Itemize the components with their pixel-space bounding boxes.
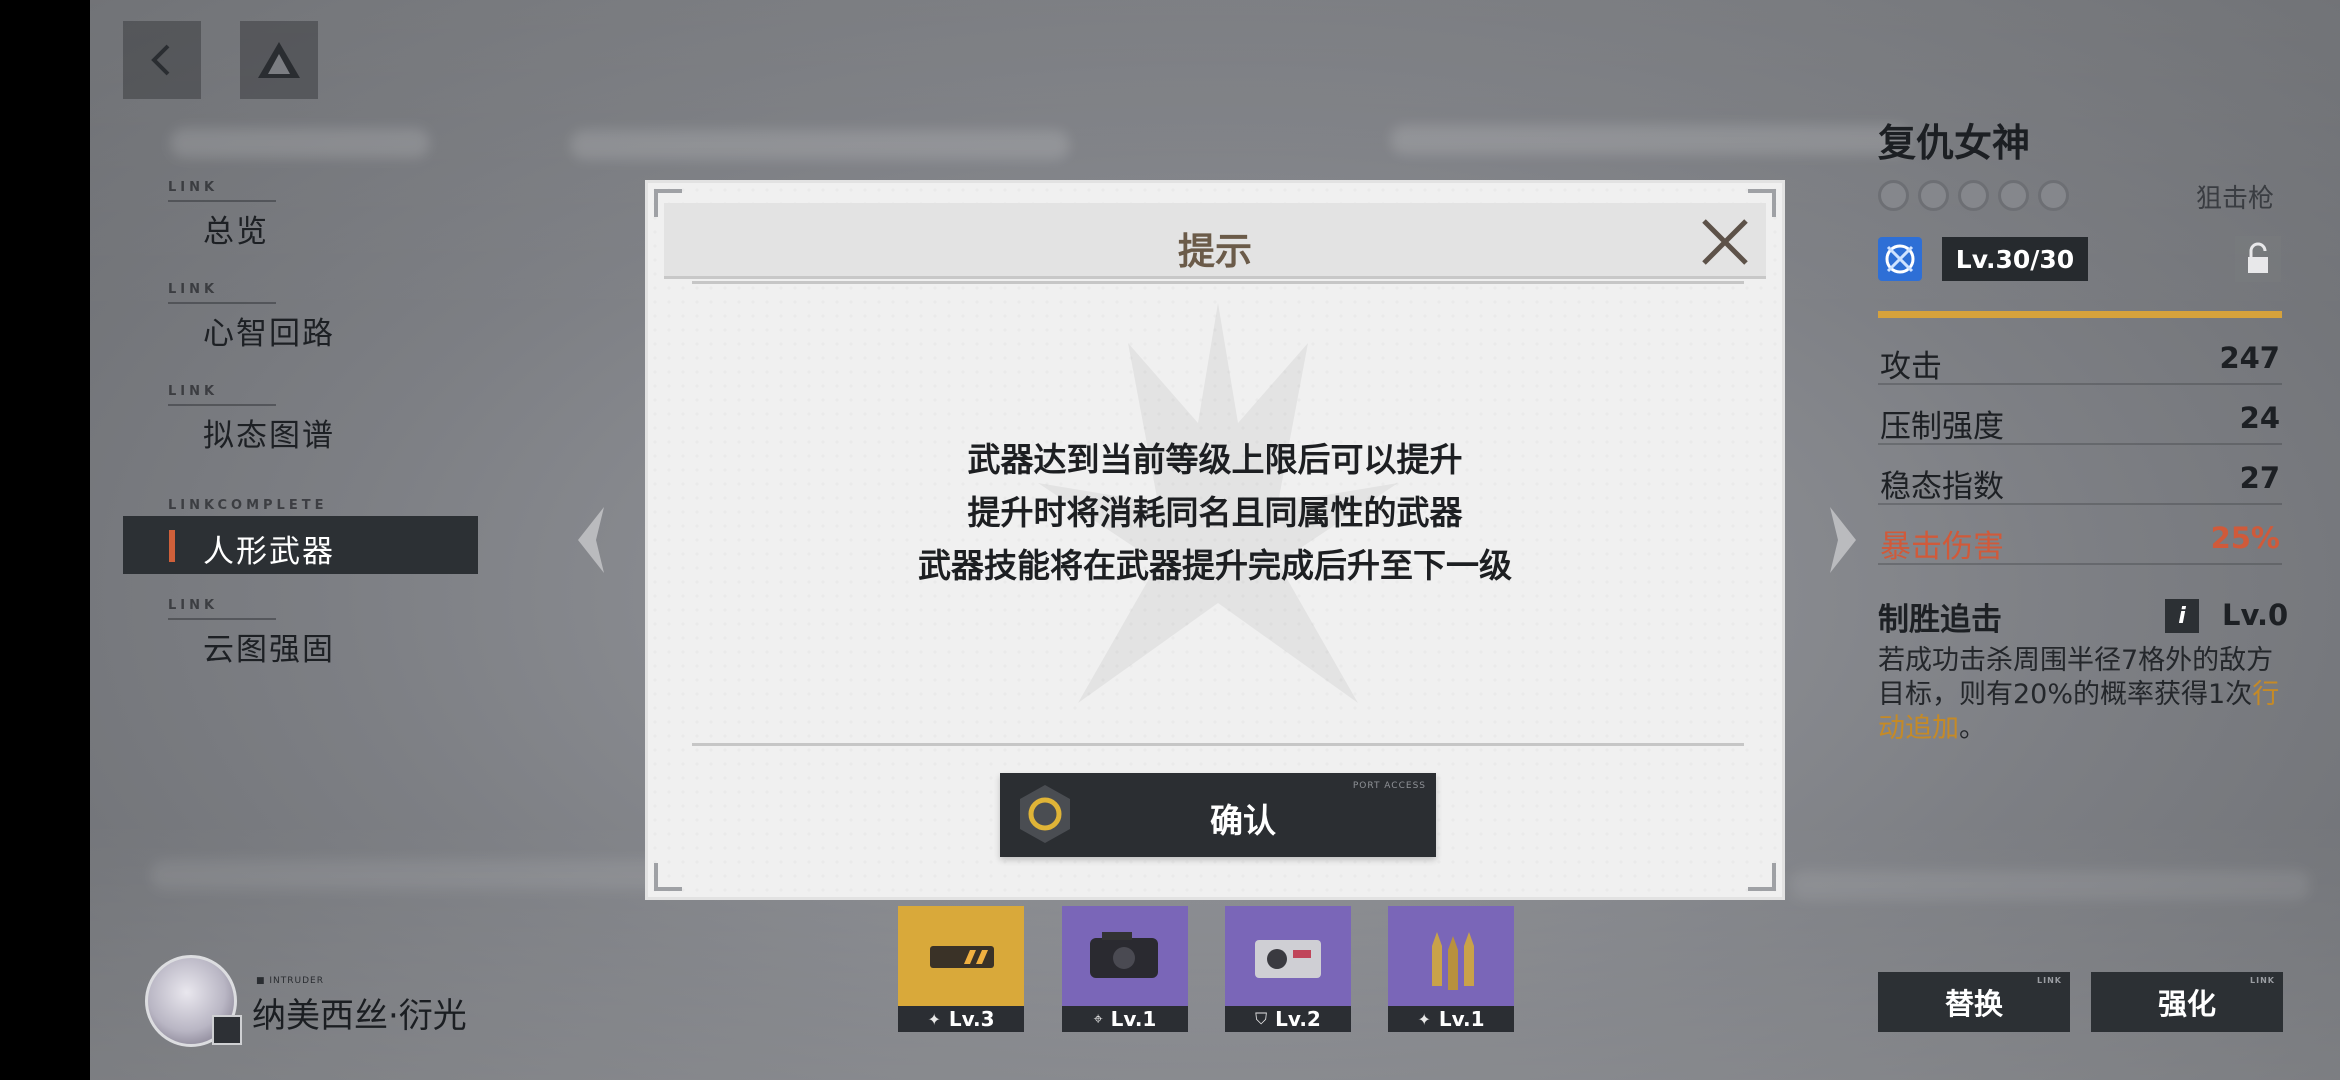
menu-tag: LINK bbox=[168, 180, 219, 195]
message-line: 武器技能将在武器提升完成后升至下一级 bbox=[918, 546, 1512, 585]
skill-description: 若成功击杀周围半径7格外的敌方目标，则有20%的概率获得1次行动追加。 bbox=[1878, 644, 2282, 746]
button-label: 强化 bbox=[2157, 987, 2216, 1021]
info-icon[interactable]: i bbox=[2165, 599, 2199, 633]
menu-label: 心智回路 bbox=[203, 316, 335, 352]
star-icon bbox=[1958, 180, 1989, 211]
wings-icon: ✦ bbox=[1417, 1009, 1431, 1029]
tip-dialog: 提示 武器达到当前等级上限后可以提升 提升时将消耗同名且同属性的武器 武器技能将… bbox=[645, 180, 1785, 900]
button-tag: LINK bbox=[2250, 976, 2275, 985]
weapon-level: Lv.30/30 bbox=[1942, 237, 2088, 281]
skill-name: 制胜追击 bbox=[1878, 602, 2002, 638]
next-arrow-icon[interactable] bbox=[1826, 505, 1860, 575]
lock-button[interactable] bbox=[2235, 236, 2281, 282]
stat-row-attack: 攻击 247 bbox=[1878, 325, 2282, 385]
attachment-slot-2[interactable]: ⌖ Lv.1 bbox=[1062, 906, 1188, 1032]
crosshair-icon: ⌖ bbox=[1093, 1009, 1103, 1028]
attachment-slot-1[interactable]: ✦ Lv.3 bbox=[898, 906, 1024, 1032]
close-icon[interactable] bbox=[1698, 215, 1752, 269]
stat-label: 压制强度 bbox=[1880, 409, 2004, 445]
star-rating bbox=[1878, 180, 2069, 211]
stat-value: 25% bbox=[2210, 521, 2280, 555]
menu-label: 总览 bbox=[203, 214, 269, 250]
stat-row-stability: 稳态指数 27 bbox=[1878, 445, 2282, 505]
button-tag: LINK bbox=[2037, 976, 2062, 985]
confirm-button[interactable]: PORT ACCESS 确认 bbox=[1000, 773, 1436, 857]
element-icon bbox=[1878, 237, 1922, 281]
home-icon bbox=[258, 42, 300, 78]
prev-arrow-icon[interactable] bbox=[574, 505, 608, 575]
menu-item-weapon[interactable]: LINKCOMPLETE 人形武器 bbox=[123, 498, 478, 574]
attachment-slot-4[interactable]: ✦ Lv.1 bbox=[1388, 906, 1514, 1032]
stat-label: 暴击伤害 bbox=[1880, 529, 2004, 565]
confirm-label: 确认 bbox=[1210, 801, 1276, 840]
menu-tag: LINK bbox=[168, 598, 219, 613]
character-name: 纳美西丝·衍光 bbox=[252, 996, 467, 1036]
attachment-level: Lv.2 bbox=[1275, 1007, 1321, 1031]
star-icon bbox=[2038, 180, 2069, 211]
attachment-level: Lv.3 bbox=[948, 1007, 995, 1031]
character-subtitle: ■ INTRUDER bbox=[256, 976, 324, 986]
menu-tag: LINK bbox=[168, 384, 219, 399]
back-button[interactable] bbox=[123, 21, 201, 99]
skill-level: Lv.0 bbox=[2222, 598, 2289, 632]
menu-label: 拟态图谱 bbox=[203, 418, 335, 454]
menu-item-cloud-fortify[interactable]: LINK 云图强固 bbox=[123, 598, 478, 668]
menu-item-overview[interactable]: LINK 总览 bbox=[123, 180, 478, 250]
lock-icon bbox=[2248, 242, 2268, 273]
confirm-tag: PORT ACCESS bbox=[1352, 781, 1426, 791]
stat-row-suppress: 压制强度 24 bbox=[1878, 385, 2282, 445]
star-icon bbox=[1918, 180, 1949, 211]
weapon-type: 狙击枪 bbox=[2196, 184, 2275, 214]
menu-label: 云图强固 bbox=[203, 632, 335, 668]
menu-item-mimic-atlas[interactable]: LINK 拟态图谱 bbox=[123, 384, 478, 454]
back-icon bbox=[151, 44, 170, 76]
dialog-title: 提示 bbox=[1178, 230, 1252, 273]
skill-desc-text: 。 bbox=[1959, 713, 1986, 744]
wings-icon: ✦ bbox=[927, 1009, 941, 1029]
button-label: 替换 bbox=[1944, 987, 2003, 1021]
skill-desc-text: 若成功击杀周围半径7格外的敌方目标，则有20%的概率获得1次 bbox=[1878, 645, 2274, 710]
attachment-level: Lv.1 bbox=[1110, 1007, 1157, 1031]
dialog-message: 武器达到当前等级上限后可以提升 提升时将消耗同名且同属性的武器 武器技能将在武器… bbox=[648, 433, 1782, 592]
attachment-level: Lv.1 bbox=[1438, 1007, 1485, 1031]
home-button[interactable] bbox=[240, 21, 318, 99]
shield-icon: ⛉ bbox=[1255, 1009, 1268, 1028]
star-icon bbox=[1998, 180, 2029, 211]
enhance-button[interactable]: LINK 强化 bbox=[2091, 972, 2283, 1032]
stat-value: 24 bbox=[2239, 401, 2280, 435]
menu-tag: LINKCOMPLETE bbox=[168, 498, 328, 513]
stat-value: 247 bbox=[2219, 341, 2280, 375]
attachment-slot-3[interactable]: ⛉ Lv.2 bbox=[1225, 906, 1351, 1032]
menu-label: 人形武器 bbox=[203, 534, 335, 570]
stat-value: 27 bbox=[2239, 461, 2280, 495]
star-icon bbox=[1878, 180, 1909, 211]
replace-button[interactable]: LINK 替换 bbox=[1878, 972, 2070, 1032]
menu-tag: LINK bbox=[168, 282, 219, 297]
message-line: 武器达到当前等级上限后可以提升 bbox=[967, 440, 1463, 479]
stat-row-crit-damage: 暴击伤害 25% bbox=[1878, 505, 2282, 565]
level-progress-bar bbox=[1878, 311, 2282, 318]
dialog-header: 提示 bbox=[664, 203, 1766, 279]
weapon-name: 复仇女神 bbox=[1878, 121, 2031, 165]
menu-item-mind-circuit[interactable]: LINK 心智回路 bbox=[123, 282, 478, 352]
stat-label: 稳态指数 bbox=[1880, 469, 2004, 505]
avatar-badge bbox=[212, 1015, 242, 1045]
stat-label: 攻击 bbox=[1880, 349, 1942, 385]
message-line: 提升时将消耗同名且同属性的武器 bbox=[967, 493, 1463, 532]
